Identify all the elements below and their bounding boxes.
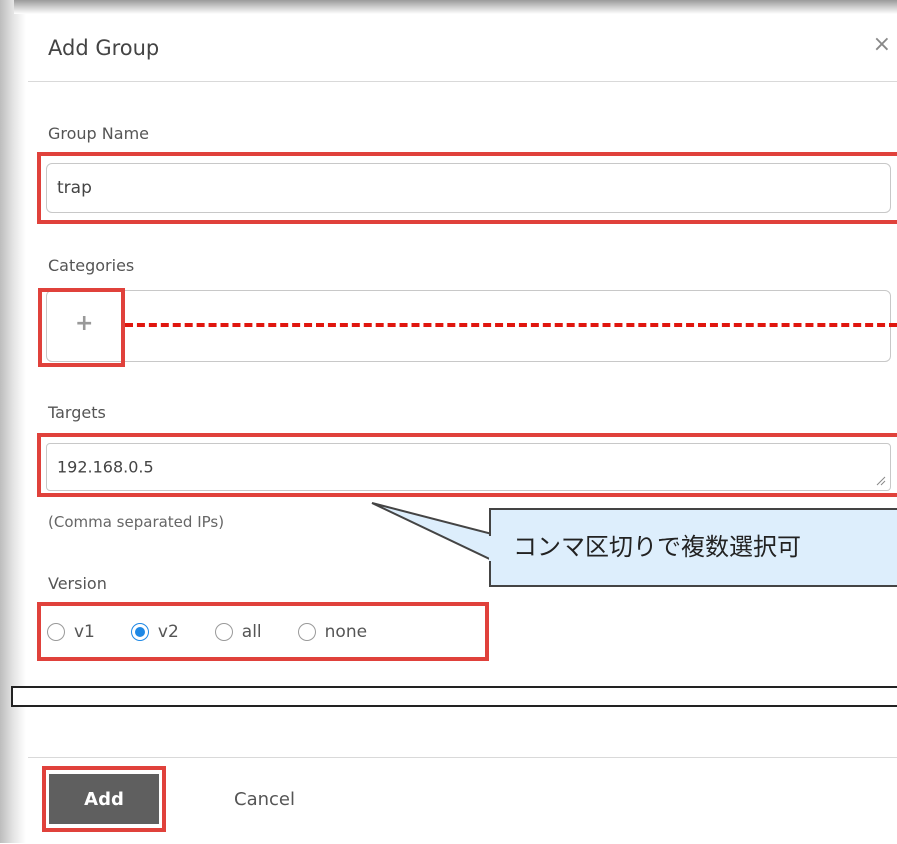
version-highlight xyxy=(37,602,489,661)
group-name-highlight xyxy=(37,152,897,224)
targets-help-text: (Comma separated IPs) xyxy=(48,513,225,531)
window-top-edge xyxy=(14,0,897,14)
group-name-label: Group Name xyxy=(48,124,149,143)
add-category-highlight xyxy=(38,288,125,367)
add-group-dialog: Add Group × xyxy=(28,14,897,843)
empty-annotation-box xyxy=(11,686,897,707)
categories-label: Categories xyxy=(48,256,135,275)
annotation-callout: コンマ区切りで複数選択可 xyxy=(489,508,897,587)
targets-highlight xyxy=(37,433,897,497)
dashed-connector xyxy=(125,323,897,327)
version-label: Version xyxy=(48,574,107,593)
cancel-button[interactable]: Cancel xyxy=(234,789,295,810)
add-button-highlight xyxy=(42,766,166,832)
targets-label: Targets xyxy=(48,403,106,422)
close-icon[interactable]: × xyxy=(873,32,891,57)
dialog-title: Add Group xyxy=(48,36,160,60)
dialog-header: Add Group × xyxy=(28,14,897,82)
